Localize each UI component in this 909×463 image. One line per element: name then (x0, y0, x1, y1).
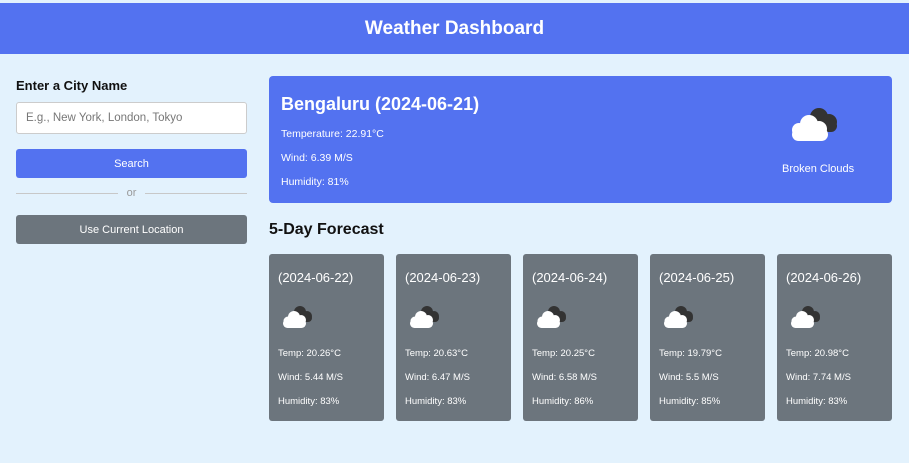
forecast-heading: 5-Day Forecast (269, 221, 384, 238)
current-city-title: Bengaluru (2024-06-21) (281, 94, 480, 114)
broken-clouds-icon (661, 303, 695, 329)
forecast-card-day-5: (2024-06-26) Temp: 20.98°C Wind: 7.74 M/… (777, 254, 892, 421)
page-title: Weather Dashboard (364, 17, 545, 39)
forecast-wind: Wind: 6.58 M/S (532, 372, 597, 383)
forecast-card-day-3: (2024-06-24) Temp: 20.25°C Wind: 6.58 M/… (523, 254, 638, 421)
forecast-wind: Wind: 6.47 M/S (405, 372, 470, 383)
forecast-wind: Wind: 5.44 M/S (278, 372, 343, 383)
forecast-temp: Temp: 20.98°C (786, 348, 849, 359)
search-button[interactable]: Search (16, 149, 247, 178)
divider-label: or (126, 187, 137, 199)
forecast-humidity: Humidity: 83% (278, 396, 340, 407)
broken-clouds-icon (787, 100, 841, 144)
forecast-card-day-4: (2024-06-25) Temp: 19.79°C Wind: 5.5 M/S… (650, 254, 765, 421)
forecast-humidity: Humidity: 86% (532, 396, 594, 407)
forecast-temp: Temp: 20.26°C (278, 348, 341, 359)
city-input[interactable] (16, 102, 247, 134)
forecast-humidity: Humidity: 83% (786, 396, 848, 407)
forecast-temp: Temp: 19.79°C (659, 348, 722, 359)
current-humidity: Humidity: 81% (281, 176, 349, 188)
broken-clouds-icon (788, 303, 822, 329)
current-condition: Broken Clouds (782, 163, 855, 175)
forecast-card-day-2: (2024-06-23) Temp: 20.63°C Wind: 6.47 M/… (396, 254, 511, 421)
divider-line-right (145, 192, 247, 194)
forecast-date: (2024-06-22) (278, 270, 354, 285)
broken-clouds-icon (407, 303, 441, 329)
forecast-wind: Wind: 5.5 M/S (659, 372, 719, 383)
forecast-date: (2024-06-24) (532, 270, 608, 285)
forecast-humidity: Humidity: 85% (659, 396, 721, 407)
broken-clouds-icon (534, 303, 568, 329)
forecast-wind: Wind: 7.74 M/S (786, 372, 851, 383)
current-weather-card: Bengaluru (2024-06-21) Temperature: 22.9… (269, 76, 892, 203)
forecast-date: (2024-06-26) (786, 270, 862, 285)
forecast-date: (2024-06-25) (659, 270, 735, 285)
city-search-panel: Enter a City Name Search or Use Current … (16, 78, 247, 244)
broken-clouds-icon (280, 303, 314, 329)
divider-line-left (16, 192, 118, 194)
current-temperature: Temperature: 22.91°C (281, 128, 384, 140)
forecast-humidity: Humidity: 83% (405, 396, 467, 407)
current-wind: Wind: 6.39 M/S (281, 152, 353, 164)
or-divider: or (16, 186, 247, 200)
forecast-date: (2024-06-23) (405, 270, 481, 285)
forecast-card-day-1: (2024-06-22) Temp: 20.26°C Wind: 5.44 M/… (269, 254, 384, 421)
use-current-location-button[interactable]: Use Current Location (16, 215, 247, 244)
city-input-label: Enter a City Name (16, 78, 128, 93)
forecast-temp: Temp: 20.25°C (532, 348, 595, 359)
forecast-list: (2024-06-22) Temp: 20.26°C Wind: 5.44 M/… (269, 254, 892, 421)
app-header: Weather Dashboard (0, 3, 909, 54)
forecast-temp: Temp: 20.63°C (405, 348, 468, 359)
